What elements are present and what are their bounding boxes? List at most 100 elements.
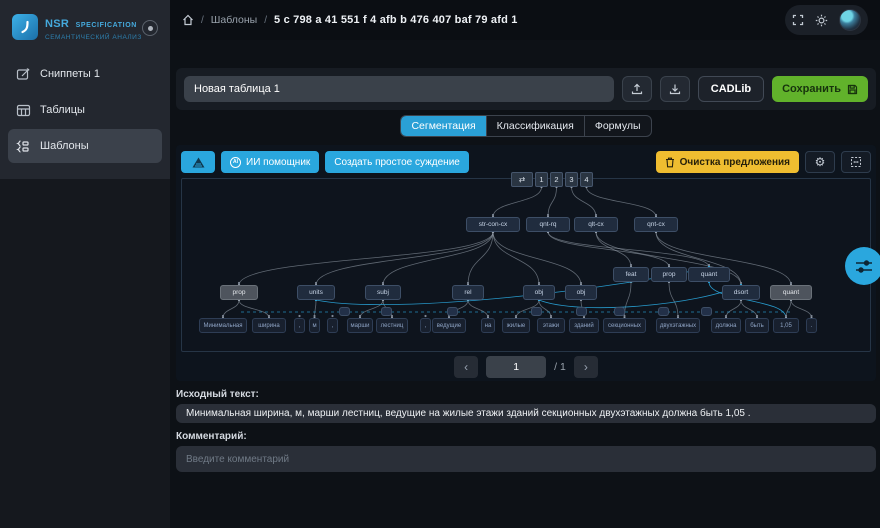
graph-tag-node[interactable]: prop [220,285,258,300]
graph-connector-node [576,307,587,316]
graph-word-node[interactable]: должна [711,318,741,333]
triangle-icon [192,157,205,168]
breadcrumb-root[interactable]: Шаблоны [211,14,257,26]
graph-tag-node[interactable]: quant [688,267,730,282]
graph-word-node[interactable]: ведущие [432,318,466,333]
table-name-input[interactable] [184,76,614,102]
logo-title2: SPECIFICATION [76,22,137,29]
save-icon [847,84,858,95]
graph-connector-node [701,307,712,316]
graph-word-node[interactable]: жилые [502,318,530,333]
graph-word-node[interactable]: двухэтажных [656,318,700,333]
graph-word-node[interactable]: секционных [603,318,646,333]
pagination: ‹ / 1 › [181,352,871,382]
graph-tag-node[interactable]: units [297,285,335,300]
tabs-row: Сегментация Классификация Формулы [176,115,876,137]
tab-segmentation[interactable]: Сегментация [401,116,486,136]
graph-tag-node[interactable]: str-con-cx [466,217,520,232]
breadcrumb-separator: / [201,15,204,26]
sidebar-collapse-button[interactable] [142,20,158,36]
graph-tag-node[interactable]: quant [770,285,812,300]
graph-word-node[interactable]: зданий [569,318,599,333]
sidebar-item-snippets[interactable]: Сниппеты 1 [8,57,162,91]
selection-expand-icon [850,156,862,168]
graph-toolbar-button[interactable]: 2 [550,172,563,187]
graph-word-node[interactable]: , [327,318,338,333]
graph-toolbar-button[interactable]: 4 [580,172,593,187]
sidebar-item-templates[interactable]: Шаблоны [8,129,162,163]
graph-settings-fab[interactable] [845,247,880,285]
graph-word-node[interactable]: Минимальная [199,318,247,333]
user-avatar[interactable] [839,9,861,31]
sidebar-item-tables[interactable]: Таблицы [8,93,162,127]
save-button[interactable]: Сохранить [772,76,868,102]
graph-tag-node[interactable]: qnt-rq [526,217,570,232]
prev-page-button[interactable]: ‹ [454,356,478,378]
logo-subtitle: СЕМАНТИЧЕСКИЙ АНАЛИЗ [45,34,142,41]
comment-label: Комментарий: [176,431,876,442]
sliders-icon [855,259,873,274]
download-button[interactable] [660,76,690,102]
graph-tag-node[interactable]: obj [565,285,597,300]
graph-tag-node[interactable]: dsort [722,285,760,300]
graph-tag-node[interactable]: prop [651,267,687,282]
graph-word-node[interactable]: на [481,318,495,333]
tab-classification[interactable]: Классификация [487,116,585,136]
graph-tag-node[interactable]: subj [365,285,401,300]
graph-word-node[interactable]: быть [745,318,769,333]
clear-sentence-button[interactable]: Очистка предложения [656,151,799,173]
graph-word-node[interactable]: , [420,318,431,333]
logo-title: NSR [45,18,69,30]
sidebar: NSR SPECIFICATION СЕМАНТИЧЕСКИЙ АНАЛИЗ С… [0,0,170,528]
graph-word-node[interactable]: м [309,318,320,333]
ai-assistant-button[interactable]: AI ИИ помощник [221,151,319,173]
graph-connector-node [658,307,669,316]
upload-icon [631,83,643,95]
graph-word-node[interactable]: , [294,318,305,333]
graph-word-node[interactable]: 1,05 [773,318,799,333]
graph-tag-node[interactable]: obj [523,285,555,300]
fullscreen-icon[interactable] [792,14,804,26]
header-actions [785,5,868,35]
trash-icon [665,157,675,168]
download-icon [669,83,681,95]
graph-toolbar-button[interactable]: ⇄ [511,172,533,187]
graph-connector-node [531,307,542,316]
settings-button[interactable]: ⚙ [805,151,835,173]
upload-button[interactable] [622,76,652,102]
graph-connector-node [381,307,392,316]
page-input[interactable] [486,356,546,378]
home-icon[interactable] [182,14,194,26]
graph-word-node[interactable]: лестниц [376,318,408,333]
tab-formulas[interactable]: Формулы [585,116,651,136]
next-page-button[interactable]: › [574,356,598,378]
graph-connector-node [339,307,350,316]
save-button-label: Сохранить [782,83,841,95]
page-total: / 1 [554,361,566,373]
graph-toolbar-button[interactable]: 3 [565,172,578,187]
graph-word-node[interactable]: этажи [537,318,565,333]
snippets-icon [16,67,31,82]
ai-icon: AI [230,157,241,168]
graph-connector-node [447,307,458,316]
graph-tag-node[interactable]: qnt-cx [634,217,678,232]
graph-toolbar-right: Очистка предложения ⚙ [656,151,871,173]
graph-canvas[interactable]: ⇄1234str-con-cxqnt-rqqlt-cxqnt-cxfeatpro… [181,178,871,352]
comment-input[interactable] [176,446,876,472]
cadlib-button[interactable]: CADLib [698,76,764,102]
graph-tag-node[interactable]: rel [452,285,484,300]
tables-icon [16,103,31,118]
graph-toolbar-button[interactable]: 1 [535,172,548,187]
graph-word-node[interactable]: ширина [252,318,286,333]
breadcrumb-separator: / [264,15,267,26]
create-judgment-button[interactable]: Создать простое суждение [325,151,469,173]
graph-tag-node[interactable]: qlt-cx [574,217,618,232]
logo-icon [12,14,38,40]
fit-selection-button[interactable] [841,151,871,173]
graph-word-node[interactable]: . [806,318,817,333]
hierarchy-button[interactable] [181,151,215,173]
clear-sentence-label: Очистка предложения [680,157,790,168]
graph-tag-node[interactable]: feat [613,267,649,282]
graph-word-node[interactable]: марши [347,318,373,333]
theme-toggle-icon[interactable] [815,14,828,27]
